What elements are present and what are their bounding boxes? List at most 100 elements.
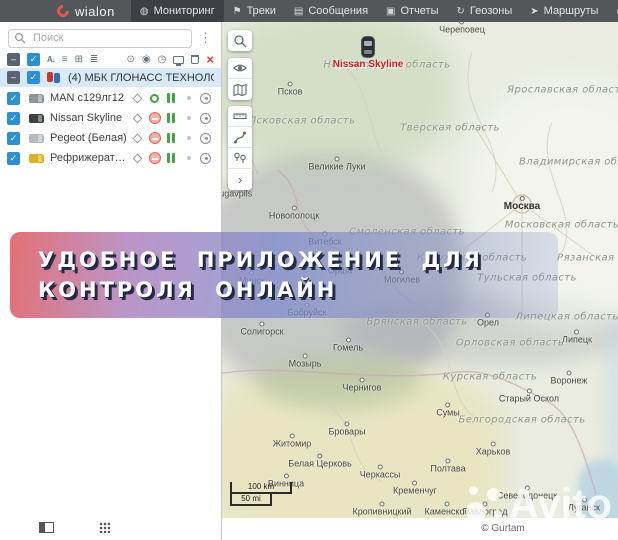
location-diamond-icon: [132, 93, 143, 103]
unit-name-label: MAN с129лг12: [50, 92, 125, 104]
map-footer: © Gurtam: [222, 518, 618, 540]
locate-unit-icon[interactable]: [200, 152, 211, 164]
map-label-city: Витебск: [308, 232, 341, 247]
map-label-city: Павлоград: [463, 502, 508, 517]
map-layers-button[interactable]: [228, 79, 252, 100]
locate-unit-icon[interactable]: [200, 92, 211, 104]
group-collapse-checkbox[interactable]: –: [7, 71, 20, 84]
unit-checkbox[interactable]: ✓: [7, 91, 20, 105]
wialon-logo-icon: [54, 2, 72, 20]
monitoring-sidebar: ⋮ – ✓ A↓ ≡ ⊞ ≣ ⊙ ◉ ◷ × – ✓ (4) МБК ГЛОНА…: [0, 22, 222, 540]
expand-list-icon[interactable]: ≡: [62, 54, 68, 66]
map-label-region: Рязанская область: [557, 252, 618, 264]
wialon-logo[interactable]: wialon: [0, 0, 131, 22]
map-water-reservoir: [578, 460, 618, 518]
trash-icon[interactable]: [191, 55, 200, 64]
markers-icon: [234, 152, 246, 163]
unit-group-row[interactable]: – ✓ (4) МБК ГЛОНАСС ТЕХНОЛОГИИ (de...: [0, 68, 221, 87]
unit-checkbox[interactable]: ✓: [7, 151, 20, 165]
topbar-item-reports[interactable]: ▣ Отчеты: [377, 0, 447, 22]
unit-row-pegeot[interactable]: ✓ Pegeot (Белая): [0, 128, 221, 148]
map-search-button[interactable]: [228, 30, 252, 51]
map-ruler-button[interactable]: [228, 106, 252, 127]
map-label-city: Кременчуг: [393, 481, 437, 496]
map-routing-button[interactable]: [228, 127, 252, 148]
map-search-icon: [234, 34, 247, 47]
locate-unit-icon[interactable]: [200, 132, 211, 144]
map-label-city: Минск: [239, 271, 265, 286]
ruler-icon: [233, 113, 247, 120]
sort-icon[interactable]: A↓: [47, 54, 56, 66]
map-panel-collapse-button[interactable]: ›: [228, 169, 252, 190]
topbar-item-geofences[interactable]: ↻ Геозоны: [448, 0, 522, 22]
topbar-item-label: Геозоны: [469, 5, 513, 17]
reports-icon: ▣: [386, 5, 396, 17]
map-label-region: Белгородская область: [458, 414, 586, 426]
map-markers-button[interactable]: [228, 148, 252, 169]
events-time-icon[interactable]: ◷: [158, 54, 167, 66]
unit-checkbox[interactable]: ✓: [7, 131, 20, 145]
routes-icon: ➤: [530, 5, 539, 17]
map-label-city: Каменское: [425, 502, 470, 517]
topbar-item-monitoring[interactable]: ◍ Мониторинг: [130, 0, 224, 22]
topbar-item-drivers[interactable]: ◎Водители: [607, 0, 618, 22]
close-icon[interactable]: ×: [206, 53, 214, 66]
unit-row-man[interactable]: ✓ MAN с129лг12: [0, 88, 221, 108]
map-label-city: Белая Церковь: [288, 454, 351, 469]
topbar-item-label: Треки: [246, 5, 276, 17]
topbar-item-label: Мониторинг: [153, 5, 215, 17]
sidebar-menu-dots-icon[interactable]: ⋮: [196, 30, 215, 46]
search-input[interactable]: [8, 28, 192, 48]
monitoring-icon: ◍: [139, 5, 149, 17]
add-to-list-icon[interactable]: ⊞: [75, 54, 83, 66]
search-icon: [14, 32, 26, 44]
scale-mi-label: 50 mi: [230, 494, 272, 506]
map-visibility-button[interactable]: [228, 58, 252, 79]
map-label-city: Харьков: [476, 442, 511, 457]
map-label-city: Житомир: [273, 434, 312, 449]
unit-row-nissan[interactable]: ✓ Nissan Skyline: [0, 108, 221, 128]
topbar-item-tracks[interactable]: ⚑ Треки: [224, 0, 285, 22]
map-label-city: Могилев: [384, 270, 420, 285]
select-none-checkbox[interactable]: –: [7, 53, 20, 66]
map-view-controls: [228, 58, 252, 100]
eye-icon: [233, 64, 247, 72]
unit-row-refrigerator[interactable]: ✓ Рефрижератор ..: [0, 148, 221, 168]
monitor-screen-icon[interactable]: [173, 55, 185, 66]
show-all-icon[interactable]: ≣: [90, 54, 98, 66]
data-bars-icon: [167, 93, 176, 103]
map-label-region: Орловская область: [455, 337, 565, 349]
map-label-region: Липецкая область: [515, 311, 618, 323]
map-label-city: Псков: [278, 82, 303, 97]
map-label-city: Москва: [504, 196, 540, 212]
map[interactable]: ЧереповецПсковВеликие ЛукиDaugavpilsНово…: [222, 22, 618, 518]
locate-unit-icon[interactable]: [200, 112, 211, 124]
map-label-city: Старый Оскол: [499, 389, 559, 404]
map-label-region: Тульская область: [477, 272, 577, 284]
map-label-region: Владимирская область: [518, 156, 618, 168]
unit-checkbox[interactable]: ✓: [7, 111, 20, 125]
connection-off-icon: [148, 132, 161, 144]
topbar-item-routes[interactable]: ➤ Маршруты: [521, 0, 607, 22]
apps-grid-icon[interactable]: [99, 522, 110, 533]
group-checkbox[interactable]: ✓: [27, 71, 40, 84]
map-label-city: Сумы: [436, 403, 460, 418]
locate-all-icon[interactable]: ⊙: [127, 54, 135, 66]
map-tools-controls: ›: [228, 106, 252, 190]
panel-toggle-icon[interactable]: [39, 522, 54, 533]
wialon-logo-text: wialon: [75, 3, 115, 19]
unit-marker-label: Nissan Skyline: [332, 59, 404, 70]
route-icon: [234, 131, 246, 144]
map-label-city: Воронеж: [551, 371, 588, 386]
map-shade-bryansk: [342, 294, 618, 366]
follow-units-icon[interactable]: ◉: [142, 54, 151, 66]
topbar-item-messages[interactable]: ▤ Сообщения: [285, 0, 377, 22]
truck-icon: [29, 153, 44, 163]
select-all-checkbox[interactable]: ✓: [27, 53, 40, 66]
map-label-city: Черкассы: [360, 465, 401, 480]
map-label-region: Брянская область: [366, 316, 468, 328]
top-navigation-bar: wialon ◍ Мониторинг ⚑ Треки ▤ Сообщения ▣ Отчет…: [0, 0, 618, 22]
unit-list-toolbar: – ✓ A↓ ≡ ⊞ ≣ ⊙ ◉ ◷ ×: [0, 52, 221, 67]
map-label-region: Тверская область: [400, 122, 500, 134]
unit-marker[interactable]: Nissan Skyline: [328, 36, 408, 70]
